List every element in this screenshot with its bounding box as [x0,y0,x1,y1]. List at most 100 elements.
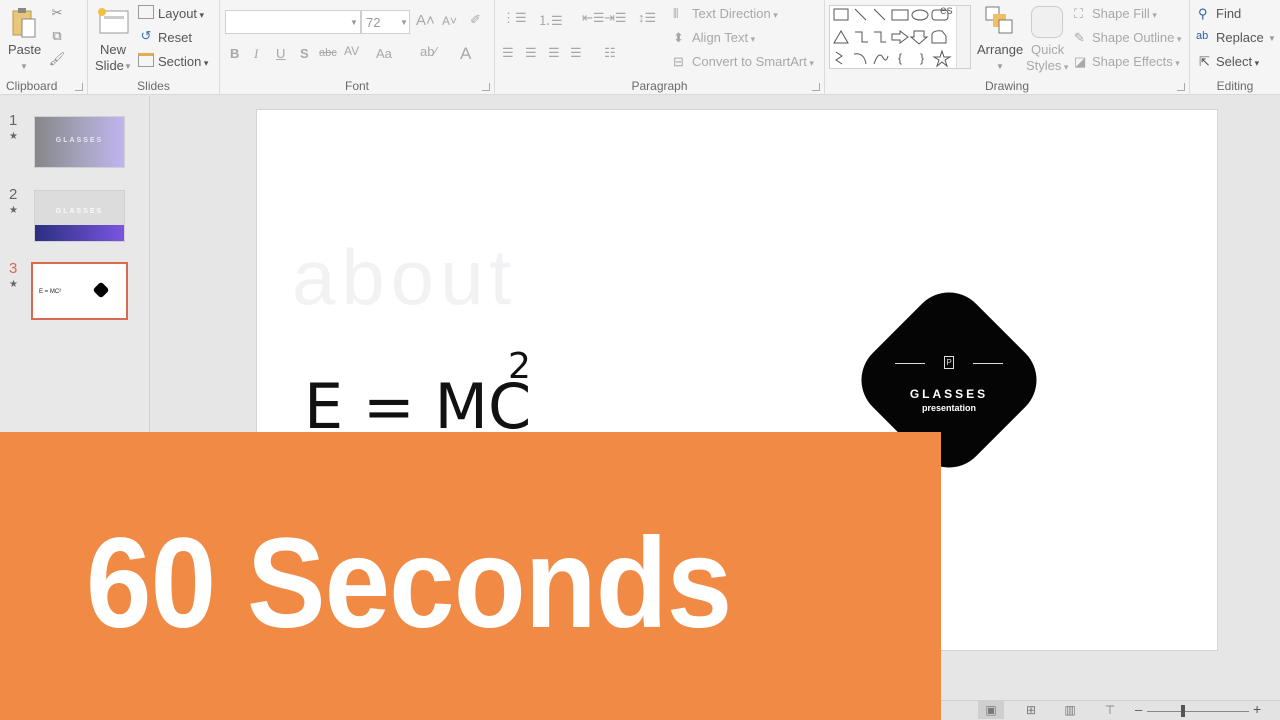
shapes-icons: { } [833,8,952,68]
drawing-label: Drawing [984,79,1029,93]
change-case-button[interactable]: Aa [376,46,392,61]
thumb-3-badge [92,281,110,299]
zoom-slider-thumb[interactable] [1180,705,1185,717]
decrease-font-icon[interactable]: A˅ [442,14,457,28]
numbering-icon[interactable]: ⒈☰ [538,10,563,29]
bold-button[interactable]: B [230,46,239,61]
decrease-indent-icon[interactable]: ⇤☰ [582,10,605,26]
quick-styles-icon [1031,6,1063,38]
bullets-icon[interactable]: ⋮☰ [502,10,527,26]
slide-heading-about[interactable]: about [292,232,517,323]
font-launcher-icon[interactable] [482,83,490,91]
slide-thumbnail-1[interactable]: GLASSES [34,116,125,168]
align-center-icon[interactable]: ☰ [525,45,537,61]
align-right-icon[interactable]: ☰ [548,45,560,61]
format-painter-icon[interactable]: 🖌 [48,50,66,68]
quick-styles-button[interactable]: Styles ▾ [1026,58,1068,73]
slide-thumbnail-3-selected[interactable]: E = MC² [31,262,128,320]
dropdown-caret-icon: ▾ [806,58,814,68]
clear-formatting-icon[interactable]: ✐ [470,12,481,28]
paragraph-launcher-icon[interactable] [812,83,820,91]
animation-star-icon: ★ [9,131,18,142]
normal-view-button[interactable]: ▣ [978,701,1004,719]
layout-button[interactable]: Layout ▾ [158,6,204,21]
dropdown-caret-icon: ▾ [770,10,778,20]
convert-smartart-button[interactable]: Convert to SmartArt ▾ [692,54,814,69]
zoom-in-button[interactable]: + [1253,701,1261,717]
powerpoint-window: Paste ▼ ✂ ⧉ 🖌 Clipboard New Slide ▼ Layo… [0,0,1280,720]
zoom-slider[interactable] [1147,711,1249,712]
font-size-dropdown-icon[interactable]: ▼ [400,18,408,27]
italic-button[interactable]: I [254,46,258,62]
arrange-icon [984,6,1014,36]
thumb-3-formula: E = MC² [39,289,62,295]
slideshow-view-button[interactable]: ⊤ [1097,701,1123,719]
slide-sorter-view-button[interactable]: ⊞ [1018,701,1044,719]
find-button[interactable]: Find [1216,6,1241,21]
arrange-button[interactable]: Arrange [977,42,1023,57]
increase-indent-icon[interactable]: ⇥☰ [604,10,627,26]
section-button[interactable]: Section ▾ [158,54,208,69]
character-spacing-button[interactable]: AV [344,44,359,58]
new-slide-label-1[interactable]: New [100,42,126,57]
new-slide-button[interactable]: Slide [95,58,124,73]
replace-icon: ab [1196,30,1209,42]
strikethrough-button[interactable]: abc [319,47,337,59]
cut-icon[interactable]: ✂ [48,4,66,22]
new-slide-dropdown-icon[interactable]: ▼ [124,62,132,71]
copy-icon[interactable]: ⧉ [48,27,66,45]
thumb-number-2: 2 [9,186,18,203]
smartart-icon: ⊟ [673,54,684,69]
thumb-2-banner [35,225,124,241]
zoom-out-button[interactable]: – [1135,702,1142,717]
select-button[interactable]: Select ▾ [1216,54,1259,69]
animation-star-icon: ★ [9,205,18,216]
text-direction-icon: ⫴ [673,6,679,21]
ribbon: Paste ▼ ✂ ⧉ 🖌 Clipboard New Slide ▼ Layo… [0,0,1280,95]
font-name-dropdown-icon[interactable]: ▼ [350,18,358,27]
slide-thumbnail-2[interactable]: GLASSES [34,190,125,242]
paste-button[interactable]: Paste [8,42,41,57]
highlight-icon[interactable]: ab⁄ [420,44,437,59]
thumb-1-title: GLASSES [55,137,104,144]
notes-button[interactable]: es [940,3,953,17]
line-spacing-icon[interactable]: ↕☰ [638,10,656,26]
arrange-dropdown-icon[interactable]: ▼ [996,62,1004,71]
underline-button[interactable]: U [276,46,285,61]
layout-icon [138,5,154,19]
shape-fill-button[interactable]: Shape Fill ▾ [1092,6,1157,21]
drawing-launcher-icon[interactable] [1177,83,1185,91]
video-title-banner: 60 Seconds [0,432,941,720]
align-left-icon[interactable]: ☰ [502,45,514,61]
justify-icon[interactable]: ☰ [570,45,582,61]
font-size-value: 72 [366,15,381,30]
increase-font-icon[interactable]: A˄ [416,12,435,29]
new-slide-icon [96,6,130,36]
columns-icon[interactable]: ☷ [604,45,616,61]
shadow-button[interactable]: S [300,46,309,61]
quick-styles-label-1[interactable]: Quick [1031,42,1064,57]
paragraph-label: Paragraph [631,79,688,93]
shapes-gallery-scrollbar[interactable] [956,6,970,68]
badge-line-left [895,363,925,364]
reading-view-button[interactable]: ▥ [1057,701,1083,719]
text-direction-button[interactable]: Text Direction ▾ [692,6,778,21]
font-color-button[interactable]: A [460,44,471,64]
align-text-button[interactable]: Align Text ▾ [692,30,755,45]
paste-dropdown-icon[interactable]: ▼ [20,62,28,71]
shape-effects-button[interactable]: Shape Effects ▾ [1092,54,1180,69]
font-name-input[interactable] [225,10,361,34]
align-text-icon: ⬍ [673,30,684,45]
replace-dropdown-icon[interactable]: ▼ [1268,34,1276,43]
clipboard-launcher-icon[interactable] [75,83,83,91]
replace-button[interactable]: Replace [1216,30,1264,45]
find-icon: ⚲ [1198,6,1208,21]
reset-button[interactable]: Reset [158,30,192,45]
shape-outline-button[interactable]: Shape Outline ▾ [1092,30,1181,45]
dropdown-caret-icon: ▾ [1061,62,1069,72]
section-icon [138,53,154,67]
dropdown-caret-icon: ▾ [1174,34,1182,44]
dropdown-caret-icon: ▾ [201,58,209,68]
badge-logo-icon: P [944,356,954,369]
thumb-number-3: 3 [9,260,18,277]
